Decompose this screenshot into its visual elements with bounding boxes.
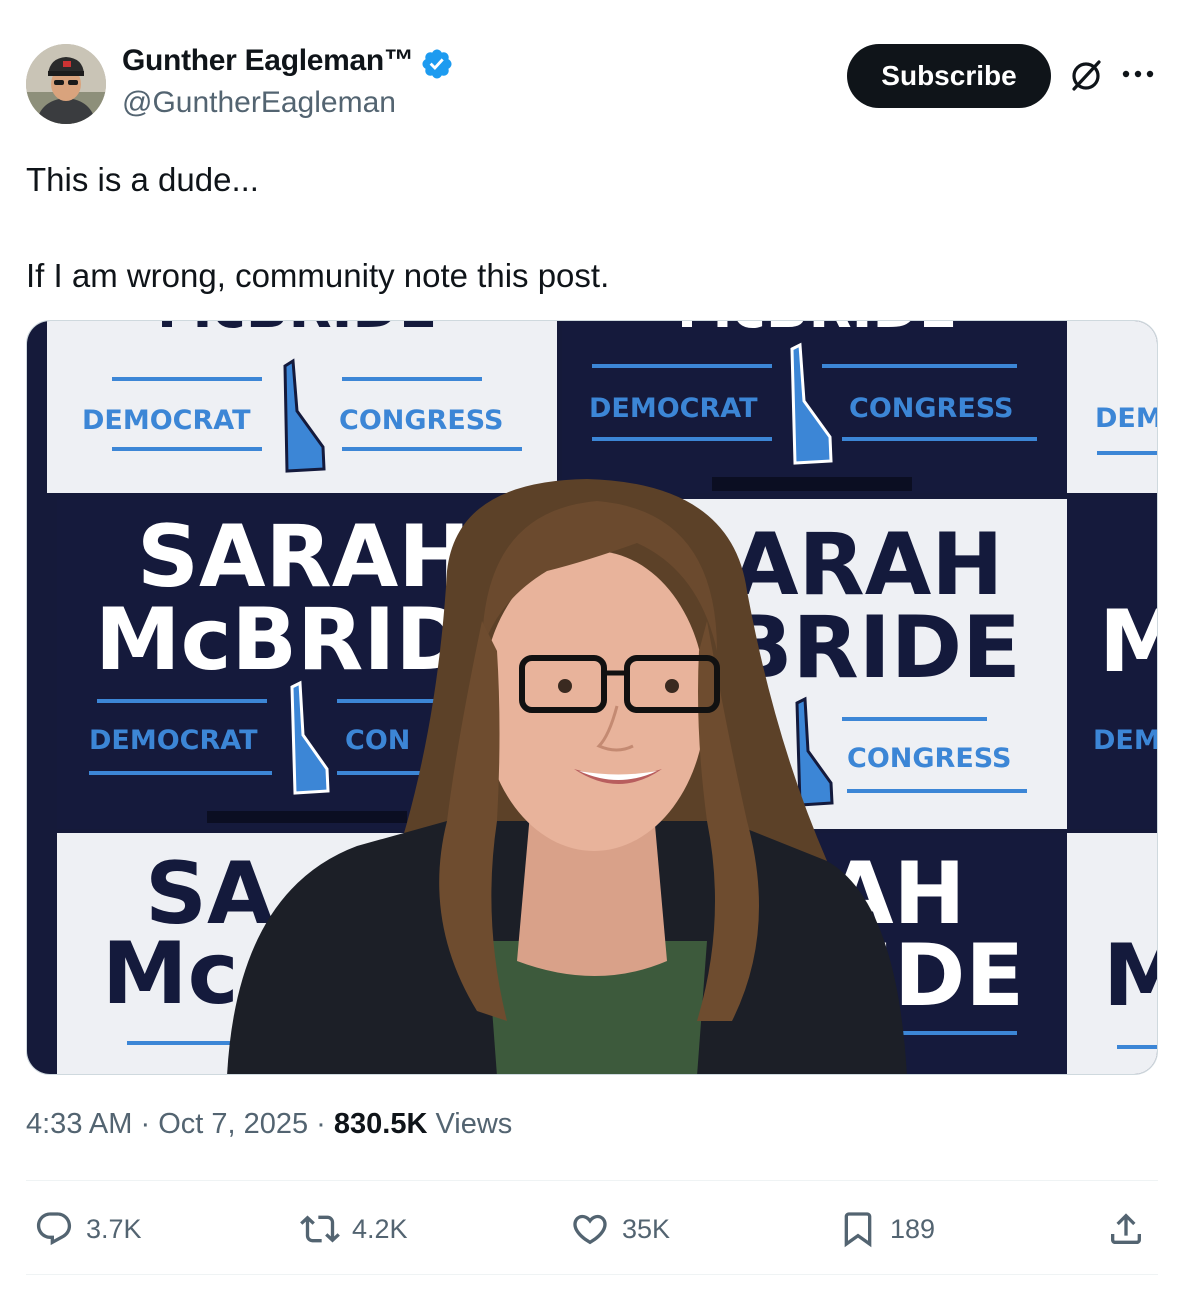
bookmark-count: 189 xyxy=(890,1213,936,1244)
subscribe-button[interactable]: Subscribe xyxy=(847,44,1051,108)
views-label: Views xyxy=(427,1108,513,1140)
avatar[interactable] xyxy=(26,44,106,124)
bookmark-icon xyxy=(844,1212,872,1248)
meta-separator: · xyxy=(132,1108,159,1140)
svg-text:DEM: DEM xyxy=(1093,725,1158,756)
svg-text:McBRIDE: McBRIDE xyxy=(157,321,437,341)
svg-text:M: M xyxy=(1103,926,1158,1026)
photo-image: McBRIDE DEMOCRAT CONGRESS McBRIDE DEMOCR… xyxy=(27,321,1158,1074)
repost-count: 4.2K xyxy=(352,1213,408,1244)
tweet-text-line: If I am wrong, community note this post. xyxy=(26,257,610,294)
campaign-sign: DEM M DEM M xyxy=(1067,321,1158,1074)
svg-text:DEMOCRAT: DEMOCRAT xyxy=(589,393,758,424)
svg-text:CONGRESS: CONGRESS xyxy=(339,405,503,436)
repost-icon xyxy=(300,1215,340,1243)
svg-text:BRIDE: BRIDE xyxy=(727,598,1021,698)
divider xyxy=(26,1180,1158,1181)
heart-icon xyxy=(573,1214,607,1245)
like-count: 35K xyxy=(622,1213,671,1244)
share-icon xyxy=(1111,1213,1141,1244)
more-icon[interactable] xyxy=(1120,64,1156,84)
avatar-image xyxy=(26,44,106,124)
tweet-date[interactable]: Oct 7, 2025 xyxy=(158,1108,308,1140)
svg-text:CON: CON xyxy=(345,725,410,756)
reply-count: 3.7K xyxy=(86,1213,142,1244)
svg-text:CONGRESS: CONGRESS xyxy=(847,743,1011,774)
svg-text:DEMOCRAT: DEMOCRAT xyxy=(89,725,258,756)
tweet-time[interactable]: 4:33 AM xyxy=(26,1108,132,1140)
author-name[interactable]: Gunther Eagleman™ xyxy=(122,44,414,78)
svg-text:DEMOCRAT: DEMOCRAT xyxy=(82,405,251,436)
reply-icon xyxy=(36,1212,72,1246)
tweet-text: This is a dude... If I am wrong, communi… xyxy=(26,156,1146,300)
meta-separator: · xyxy=(308,1108,334,1140)
author-handle[interactable]: @GuntherEagleman xyxy=(122,86,396,120)
svg-text:Mc: Mc xyxy=(102,924,239,1024)
like-button[interactable]: 35K xyxy=(570,1204,670,1254)
tweet: Gunther Eagleman™ @GuntherEagleman Subsc… xyxy=(0,0,1178,1296)
tweet-text-line: This is a dude... xyxy=(26,161,259,198)
svg-text:CONGRESS: CONGRESS xyxy=(849,393,1013,424)
grok-icon[interactable] xyxy=(1068,58,1104,94)
reply-button[interactable]: 3.7K xyxy=(34,1204,142,1254)
tweet-photo[interactable]: McBRIDE DEMOCRAT CONGRESS McBRIDE DEMOCR… xyxy=(26,320,1158,1075)
share-button[interactable] xyxy=(1106,1204,1146,1254)
svg-text:DEM: DEM xyxy=(1095,403,1158,434)
bookmark-button[interactable]: 189 xyxy=(838,1204,935,1254)
campaign-sign: McBRIDE DEMOCRAT CONGRESS xyxy=(562,321,1067,493)
verified-badge-icon xyxy=(422,49,452,79)
svg-text:McBRIDE: McBRIDE xyxy=(677,321,957,341)
views-count: 830.5K xyxy=(333,1108,428,1140)
svg-text:M: M xyxy=(1099,592,1158,692)
tweet-meta: 4:33 AM · Oct 7, 2025 · 830.5K Views xyxy=(26,1108,512,1141)
repost-button[interactable]: 4.2K xyxy=(300,1204,408,1254)
divider xyxy=(26,1274,1158,1275)
